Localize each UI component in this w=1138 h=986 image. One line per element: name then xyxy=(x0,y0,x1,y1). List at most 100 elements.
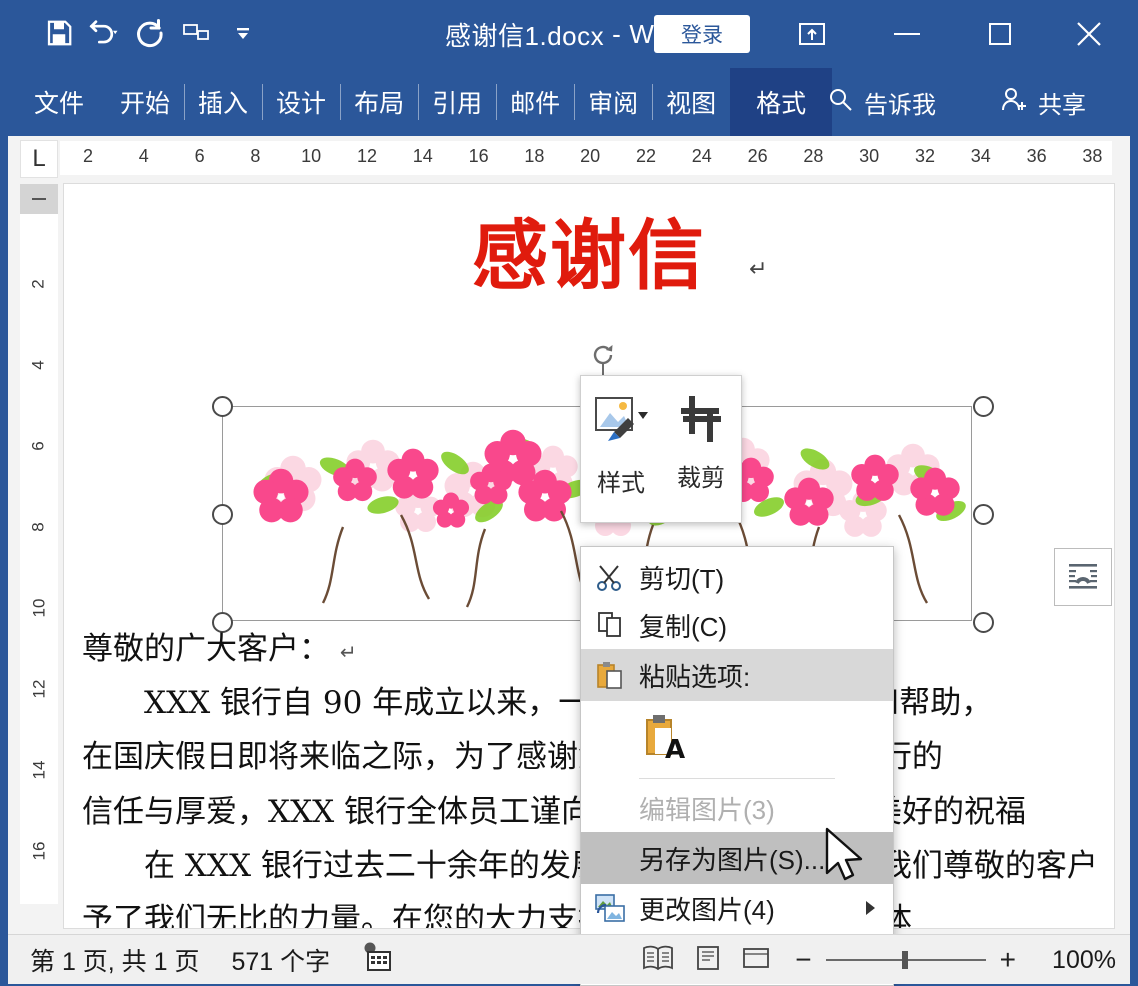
context-menu-item-change-picture-label: 更改图片(4) xyxy=(639,894,775,925)
vertical-ruler-track[interactable]: 2 4 6 8 10 12 14 16 xyxy=(20,214,58,904)
context-menu-item-cut[interactable]: 剪切(T) xyxy=(581,553,893,601)
tab-file[interactable]: 文件 xyxy=(20,68,106,136)
resize-handle-top-right[interactable] xyxy=(973,396,994,417)
mini-toolbar-style-label: 样式 xyxy=(597,470,645,497)
share-label: 共享 xyxy=(1038,91,1086,119)
tab-design-label: 设计 xyxy=(276,90,327,118)
tab-insert[interactable]: 插入 xyxy=(184,68,262,136)
rotation-handle-icon[interactable] xyxy=(589,341,617,369)
context-menu-item-copy[interactable]: 复制(C) xyxy=(581,601,893,649)
undo-icon[interactable] xyxy=(82,10,128,56)
h-ruler-tick: 20 xyxy=(580,146,601,166)
picture-style-icon xyxy=(592,394,650,449)
page-info[interactable]: 第 1 页, 共 1 页 xyxy=(30,942,199,978)
word-window: 感谢信1.docx - Word 登录 文件 开始 插入 设计 布局 xyxy=(0,0,1138,986)
context-menu-item-change-picture[interactable]: 更改图片(4) xyxy=(581,884,893,932)
person-add-icon xyxy=(1000,85,1030,120)
mini-toolbar-style-button[interactable]: 样式 xyxy=(581,376,661,522)
context-menu-paste-options-header: 粘贴选项: xyxy=(581,649,893,701)
title-separator: - xyxy=(612,18,622,49)
v-ruler-tick: 8 xyxy=(29,522,48,532)
tab-mailings-label: 邮件 xyxy=(510,90,561,118)
mini-toolbar-crop-button[interactable]: 裁剪 xyxy=(661,376,741,522)
tab-insert-label: 插入 xyxy=(198,90,249,118)
paragraph-mark: ↵ xyxy=(749,256,768,281)
h-ruler-tick: 26 xyxy=(747,146,768,166)
context-menu-separator-1 xyxy=(639,778,835,779)
horizontal-ruler[interactable]: L 2 4 6 8 10 12 14 16 18 20 22 24 26 28 30 32 34 36 38 xyxy=(8,136,1130,180)
document-workspace: L 2 4 6 8 10 12 14 16 18 20 22 24 26 28 30 32 34 36 38 246… xyxy=(8,136,1130,934)
h-ruler-tick: 38 xyxy=(1082,146,1103,166)
close-button[interactable] xyxy=(1059,8,1119,60)
h-ruler-tick: 34 xyxy=(970,146,991,166)
title-filename: 感谢信1.docx xyxy=(445,20,605,51)
zoom-track[interactable] xyxy=(825,951,986,969)
tab-home[interactable]: 开始 xyxy=(106,68,184,136)
ribbon-tab-bar: 文件 开始 插入 设计 布局 引用 邮件 审阅 视图 格式 告诉我 共享 xyxy=(0,68,1138,136)
quick-access-toolbar xyxy=(36,10,266,56)
tab-design[interactable]: 设计 xyxy=(262,68,340,136)
zoom-slider[interactable]: − + xyxy=(795,946,1016,974)
proofing-icon[interactable] xyxy=(362,942,396,977)
ribbon-display-options-icon[interactable] xyxy=(790,16,834,52)
change-picture-icon xyxy=(581,884,639,932)
word-count[interactable]: 571 个字 xyxy=(231,942,330,978)
h-ruler-tick: 6 xyxy=(194,146,205,166)
maximize-button[interactable] xyxy=(970,8,1030,60)
h-ruler-tick: 32 xyxy=(914,146,936,166)
paste-keep-text-only-button[interactable]: A xyxy=(639,707,695,767)
paragraph-mark-2: ↵ xyxy=(339,642,357,664)
tab-format-label: 格式 xyxy=(756,90,807,118)
read-mode-icon[interactable] xyxy=(641,944,675,977)
redo-icon[interactable] xyxy=(128,10,174,56)
tab-layout[interactable]: 布局 xyxy=(340,68,418,136)
h-ruler-tick: 4 xyxy=(138,146,149,166)
layout-options-icon xyxy=(1069,564,1097,589)
zoom-level[interactable]: 100% xyxy=(1032,946,1116,975)
h-ruler-tick: 18 xyxy=(524,146,545,166)
tab-view-label: 视图 xyxy=(666,90,717,118)
tab-mailings[interactable]: 邮件 xyxy=(496,68,574,136)
chevron-right-icon xyxy=(866,901,875,915)
share-button[interactable]: 共享 xyxy=(1000,68,1086,136)
v-ruler-tick: 12 xyxy=(28,679,48,699)
zoom-out-button[interactable]: − xyxy=(795,946,811,974)
horizontal-ruler-track[interactable]: 2 4 6 8 10 12 14 16 18 20 22 24 26 28 30 32 34 36 38 xyxy=(60,141,1112,175)
web-layout-icon[interactable] xyxy=(741,944,771,977)
scissors-icon xyxy=(581,553,639,601)
tell-me-label: 告诉我 xyxy=(864,91,936,119)
tab-stop-selector[interactable]: L xyxy=(20,140,58,178)
sign-in-button[interactable]: 登录 xyxy=(654,15,750,53)
v-ruler-tick: 14 xyxy=(28,760,48,780)
layout-options-button[interactable] xyxy=(1054,548,1112,606)
print-preview-icon[interactable] xyxy=(174,10,220,56)
vertical-ruler[interactable]: 2 4 6 8 10 12 14 16 xyxy=(20,184,58,928)
h-ruler-tick: 16 xyxy=(468,146,489,166)
document-heading: 感谢信 xyxy=(472,211,706,300)
tab-layout-label: 布局 xyxy=(354,90,405,118)
tab-review[interactable]: 审阅 xyxy=(574,68,652,136)
tab-format[interactable]: 格式 xyxy=(730,68,833,136)
tab-view[interactable]: 视图 xyxy=(652,68,730,136)
ribbon-tabs: 文件 开始 插入 设计 布局 引用 邮件 审阅 视图 格式 xyxy=(20,68,833,136)
search-icon xyxy=(826,85,854,120)
customize-qat-icon[interactable] xyxy=(220,10,266,56)
status-bar-right: − + 100% xyxy=(641,935,1116,985)
svg-text:A: A xyxy=(665,735,685,764)
minimize-button[interactable] xyxy=(877,8,937,60)
h-ruler-tick: 36 xyxy=(1026,146,1047,166)
tab-references[interactable]: 引用 xyxy=(418,68,496,136)
tell-me-search[interactable]: 告诉我 xyxy=(826,68,936,136)
h-ruler-tick: 2 xyxy=(82,146,94,166)
print-layout-icon[interactable] xyxy=(693,944,723,977)
context-menu-paste-buttons-row: A xyxy=(581,701,893,773)
h-ruler-tick: 8 xyxy=(250,146,261,166)
resize-handle-middle-left[interactable] xyxy=(212,504,233,525)
v-ruler-tick: 10 xyxy=(28,598,48,618)
resize-handle-top-left[interactable] xyxy=(212,396,233,417)
zoom-thumb[interactable] xyxy=(901,951,908,969)
resize-handle-middle-right[interactable] xyxy=(973,504,994,525)
zoom-in-button[interactable]: + xyxy=(1000,946,1016,974)
view-mode-buttons xyxy=(641,944,771,977)
save-icon[interactable] xyxy=(36,10,82,56)
